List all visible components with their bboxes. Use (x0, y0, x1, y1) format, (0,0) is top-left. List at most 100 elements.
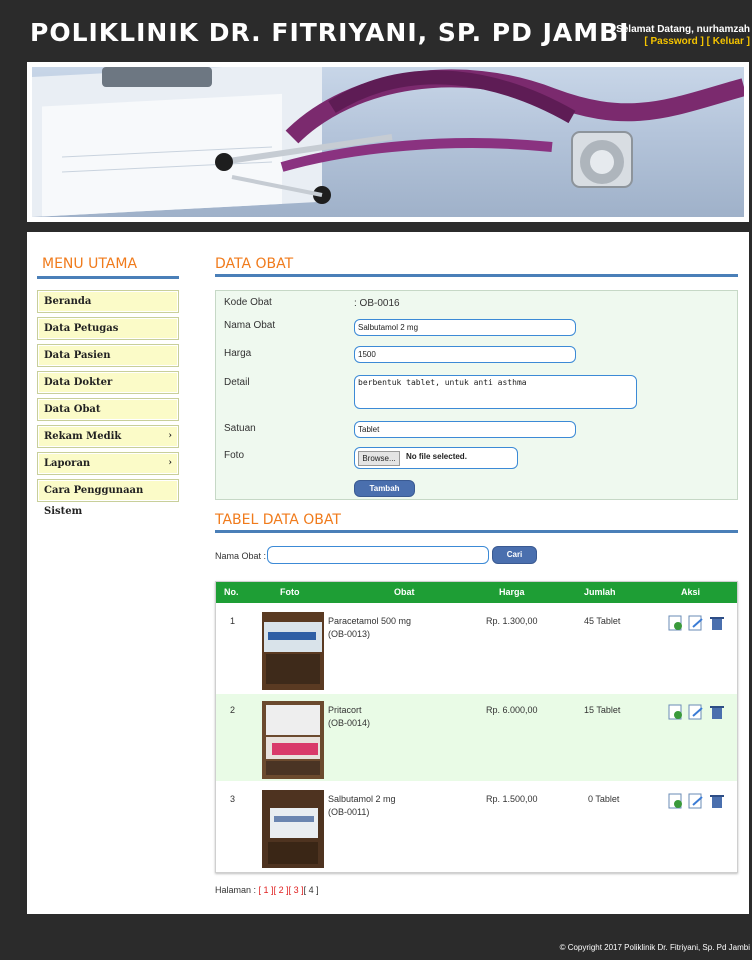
add-icon[interactable] (668, 793, 682, 809)
medicine-table: No. Foto Obat Harga Jumlah Aksi 1 Parace… (215, 581, 738, 873)
menu-label: Laporan (44, 458, 91, 469)
nama-obat-input[interactable]: Salbutamol 2 mg (354, 319, 576, 336)
site-header: POLIKLINIK DR. FITRIYANI, SP. PD JAMBI S… (0, 0, 752, 60)
row-jumlah: 0 Tablet (588, 794, 620, 804)
stethoscope-illustration (32, 67, 744, 217)
page-current-4: [ 4 ] (303, 885, 319, 895)
search-label: Nama Obat : (215, 551, 267, 561)
row-jumlah: 45 Tablet (584, 616, 621, 626)
sidebar-item-beranda[interactable]: Beranda (37, 290, 179, 313)
row-obat: Pritacort (328, 705, 362, 715)
password-link[interactable]: [ Password ] (644, 36, 703, 47)
row-actions (668, 793, 728, 809)
cari-button[interactable]: Cari (492, 546, 537, 564)
row-actions (668, 704, 728, 720)
logout-link[interactable]: [ Keluar ] (707, 36, 750, 47)
no-file-text: No file selected. (406, 452, 467, 461)
delete-icon[interactable] (710, 706, 724, 719)
user-welcome: Selamat Datang, nurhamzah [ Password ] [… (616, 24, 750, 48)
menu-label: Cara Penggunaan Sistem (44, 485, 144, 517)
nama-label: Nama Obat (224, 320, 276, 331)
col-harga: Harga (499, 587, 525, 597)
detail-label: Detail (224, 377, 250, 388)
banner-image (32, 67, 744, 217)
add-icon[interactable] (668, 704, 682, 720)
page-link-1[interactable]: [ 1 ] (259, 885, 274, 895)
menu-label: Data Obat (44, 404, 101, 415)
satuan-input[interactable]: Tablet (354, 421, 576, 438)
chevron-right-icon: › (168, 458, 172, 468)
sidebar-item-laporan[interactable]: Laporan › (37, 452, 179, 475)
row-no: 2 (230, 705, 236, 715)
sidebar-item-data-dokter[interactable]: Data Dokter (37, 371, 179, 394)
col-aksi: Aksi (681, 587, 701, 597)
edit-icon[interactable] (688, 793, 703, 809)
sidebar-item-cara-penggunaan[interactable]: Cara Penggunaan Sistem (37, 479, 179, 517)
col-obat: Obat (394, 587, 415, 597)
welcome-text: Selamat Datang, nurhamzah (616, 24, 750, 35)
row-kode: (OB-0014) (328, 718, 371, 728)
col-foto: Foto (280, 587, 300, 597)
harga-input[interactable]: 1500 (354, 346, 576, 363)
medicine-photo (262, 790, 324, 868)
user-links: [ Password ] [ Keluar ] (616, 36, 750, 48)
row-kode: (OB-0013) (328, 629, 371, 639)
form-title-divider (215, 274, 738, 277)
menu-label: Data Pasien (44, 350, 111, 361)
row-no: 1 (230, 616, 236, 626)
row-no: 3 (230, 794, 236, 804)
table-row: 1 Paracetamol 500 mg (OB-0013) Rp. 1.300… (216, 605, 737, 692)
medicine-photo (262, 612, 324, 690)
kode-label: Kode Obat (224, 297, 272, 308)
menu-label: Rekam Medik (44, 431, 122, 442)
add-icon[interactable] (668, 615, 682, 631)
medicine-photo (262, 701, 324, 779)
table-header: No. Foto Obat Harga Jumlah Aksi (216, 582, 737, 603)
kode-value: : OB-0016 (354, 298, 400, 309)
table-title-divider (215, 530, 738, 533)
menu-label: Data Petugas (44, 323, 119, 334)
table-row: 3 Salbutamol 2 mg (OB-0011) Rp. 1.500,00… (216, 783, 737, 870)
form-title: DATA OBAT (215, 256, 294, 272)
chevron-right-icon: › (168, 431, 172, 441)
row-harga: Rp. 1.500,00 (486, 794, 538, 804)
foto-label: Foto (224, 450, 245, 461)
sidebar-menu: Beranda Data Petugas Data Pasien Data Do… (37, 290, 179, 517)
row-kode: (OB-0011) (328, 807, 370, 817)
edit-icon[interactable] (688, 704, 703, 720)
sidebar-item-data-petugas[interactable]: Data Petugas (37, 317, 179, 340)
sidebar-item-data-pasien[interactable]: Data Pasien (37, 344, 179, 367)
browse-button[interactable]: Browse... (358, 451, 400, 466)
row-jumlah: 15 Tablet (584, 705, 621, 715)
sidebar-divider (37, 276, 179, 279)
harga-label: Harga (224, 348, 252, 359)
footer-copyright: © Copyright 2017 Poliklinik Dr. Fitriyan… (559, 943, 750, 952)
page-link-3[interactable]: [ 3 ] (289, 885, 304, 895)
edit-icon[interactable] (688, 615, 703, 631)
detail-textarea[interactable]: berbentuk tablet, untuk anti asthma (354, 375, 637, 409)
file-input[interactable]: Browse... No file selected. (354, 447, 518, 469)
main-content: MENU UTAMA Beranda Data Petugas Data Pas… (27, 232, 749, 914)
page-link-2[interactable]: [ 2 ] (274, 885, 289, 895)
tambah-button[interactable]: Tambah (354, 480, 415, 497)
row-obat: Paracetamol 500 mg (328, 616, 412, 626)
row-actions (668, 615, 728, 631)
delete-icon[interactable] (710, 795, 724, 808)
pager-label: Halaman : (215, 885, 257, 895)
table-row: 2 Pritacort (OB-0014) Rp. 6.000,00 15 Ta… (216, 694, 737, 781)
sidebar-title: MENU UTAMA (42, 256, 138, 272)
pagination: Halaman : [ 1 ][ 2 ][ 3 ][ 4 ] (215, 885, 319, 895)
col-no: No. (224, 587, 239, 597)
menu-label: Beranda (44, 296, 92, 307)
sidebar-item-data-obat[interactable]: Data Obat (37, 398, 179, 421)
search-input[interactable] (267, 546, 489, 564)
satuan-label: Satuan (224, 423, 256, 434)
delete-icon[interactable] (710, 617, 724, 630)
medicine-form: Kode Obat : OB-0016 Nama Obat Salbutamol… (215, 290, 738, 500)
row-obat: Salbutamol 2 mg (328, 794, 396, 804)
sidebar-item-rekam-medik[interactable]: Rekam Medik › (37, 425, 179, 448)
row-harga: Rp. 1.300,00 (486, 616, 538, 626)
row-harga: Rp. 6.000,00 (486, 705, 538, 715)
col-jumlah: Jumlah (584, 587, 616, 597)
table-title: TABEL DATA OBAT (215, 512, 341, 528)
